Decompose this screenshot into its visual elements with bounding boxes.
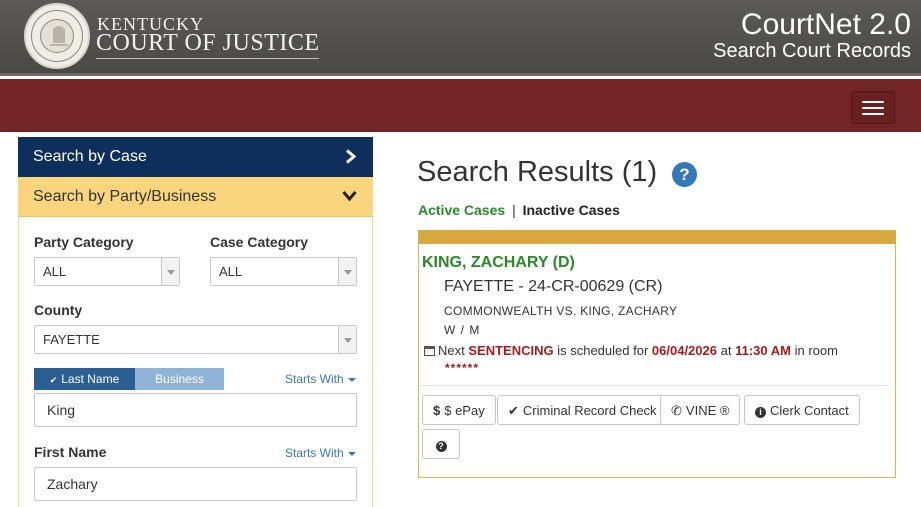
- calendar-icon: [424, 346, 435, 356]
- result-card: KING, ZACHARY (D) FAYETTE - 24-CR-00629 …: [418, 230, 896, 478]
- hamburger-icon[interactable]: [851, 91, 895, 124]
- search-sidebar: Search by Case Search by Party/Business …: [18, 137, 373, 507]
- party-name[interactable]: KING, ZACHARY (D): [422, 254, 575, 272]
- first-name-input[interactable]: Zachary: [34, 467, 357, 501]
- party-category-select[interactable]: ALL: [34, 257, 180, 286]
- case-category-label: Case Category: [210, 234, 309, 250]
- active-cases-link[interactable]: Active Cases: [418, 202, 505, 218]
- first-name-value: Zachary: [47, 476, 98, 492]
- case-number[interactable]: FAYETTE - 24-CR-00629 (CR): [444, 278, 662, 296]
- dollar-icon: $: [433, 403, 441, 418]
- event-room: ******: [445, 361, 480, 375]
- last-name-value: King: [47, 402, 76, 418]
- county-select[interactable]: FAYETTE: [34, 325, 357, 354]
- vine-button[interactable]: ✆ VINE ®: [660, 395, 741, 425]
- last-name-input[interactable]: King: [34, 393, 357, 427]
- app-title: CourtNet 2.0: [740, 8, 911, 41]
- case-style: COMMONWEALTH VS. KING, ZACHARY: [444, 304, 678, 318]
- link-separator: |: [512, 202, 516, 218]
- caret-down-icon: [347, 377, 356, 382]
- county-label: County: [34, 302, 83, 318]
- check-icon: ✔: [508, 403, 519, 418]
- brand-court-name[interactable]: COURT OF JUSTICE: [96, 30, 320, 59]
- phone-icon: ✆: [671, 403, 682, 418]
- info-circle-icon: i: [755, 407, 766, 418]
- chevron-right-icon: [345, 149, 357, 169]
- chevron-down-icon: [342, 189, 357, 207]
- name-type-toggle: ✔ Last Name Business: [34, 368, 224, 390]
- question-circle-icon: ?: [435, 441, 447, 452]
- result-card-header: [418, 230, 896, 244]
- criminal-record-check-button[interactable]: ✔ Criminal Record Check: [497, 395, 668, 425]
- case-category-select[interactable]: ALL: [210, 257, 357, 286]
- dropdown-arrow-icon: [338, 258, 356, 285]
- first-name-label: First Name: [34, 444, 107, 460]
- epay-button[interactable]: $ $ ePay: [422, 395, 496, 425]
- starts-with-dropdown[interactable]: Starts With: [285, 446, 356, 460]
- event-date: 06/04/2026: [651, 343, 717, 358]
- business-toggle[interactable]: Business: [135, 368, 224, 390]
- last-name-toggle[interactable]: ✔ Last Name: [34, 368, 135, 390]
- event-type: SENTENCING: [468, 343, 554, 358]
- dropdown-arrow-icon: [161, 258, 179, 285]
- race-sex: W / M: [444, 323, 481, 337]
- county-value: FAYETTE: [43, 332, 100, 347]
- results-title: Search Results (1): [417, 156, 658, 188]
- dropdown-arrow-icon: [338, 326, 356, 353]
- app-subtitle: Search Court Records: [713, 40, 911, 62]
- clerk-contact-button[interactable]: i Clerk Contact: [744, 395, 860, 425]
- search-by-case-label: Search by Case: [33, 148, 147, 165]
- search-by-party-label: Search by Party/Business: [33, 188, 217, 205]
- divider: [421, 385, 889, 386]
- case-status-links: Active Cases | Inactive Cases: [418, 202, 620, 218]
- next-event: Next SENTENCING is scheduled for 06/04/2…: [424, 343, 838, 358]
- kentucky-seal-icon[interactable]: [24, 3, 90, 69]
- nav-bar: [0, 79, 921, 132]
- question-circle-icon[interactable]: ?: [672, 162, 697, 187]
- starts-with-dropdown[interactable]: Starts With: [285, 372, 356, 386]
- site-header: KENTUCKY COURT OF JUSTICE CourtNet 2.0 S…: [0, 0, 921, 76]
- party-category-value: ALL: [43, 264, 67, 279]
- case-category-value: ALL: [219, 264, 243, 279]
- search-by-party-tab[interactable]: Search by Party/Business: [18, 177, 373, 217]
- party-category-label: Party Category: [34, 234, 134, 250]
- caret-down-icon: [347, 451, 356, 456]
- help-button[interactable]: ?: [422, 429, 460, 459]
- search-by-case-tab[interactable]: Search by Case: [18, 137, 373, 177]
- event-time: 11:30 AM: [735, 343, 791, 358]
- inactive-cases-link[interactable]: Inactive Cases: [523, 202, 620, 218]
